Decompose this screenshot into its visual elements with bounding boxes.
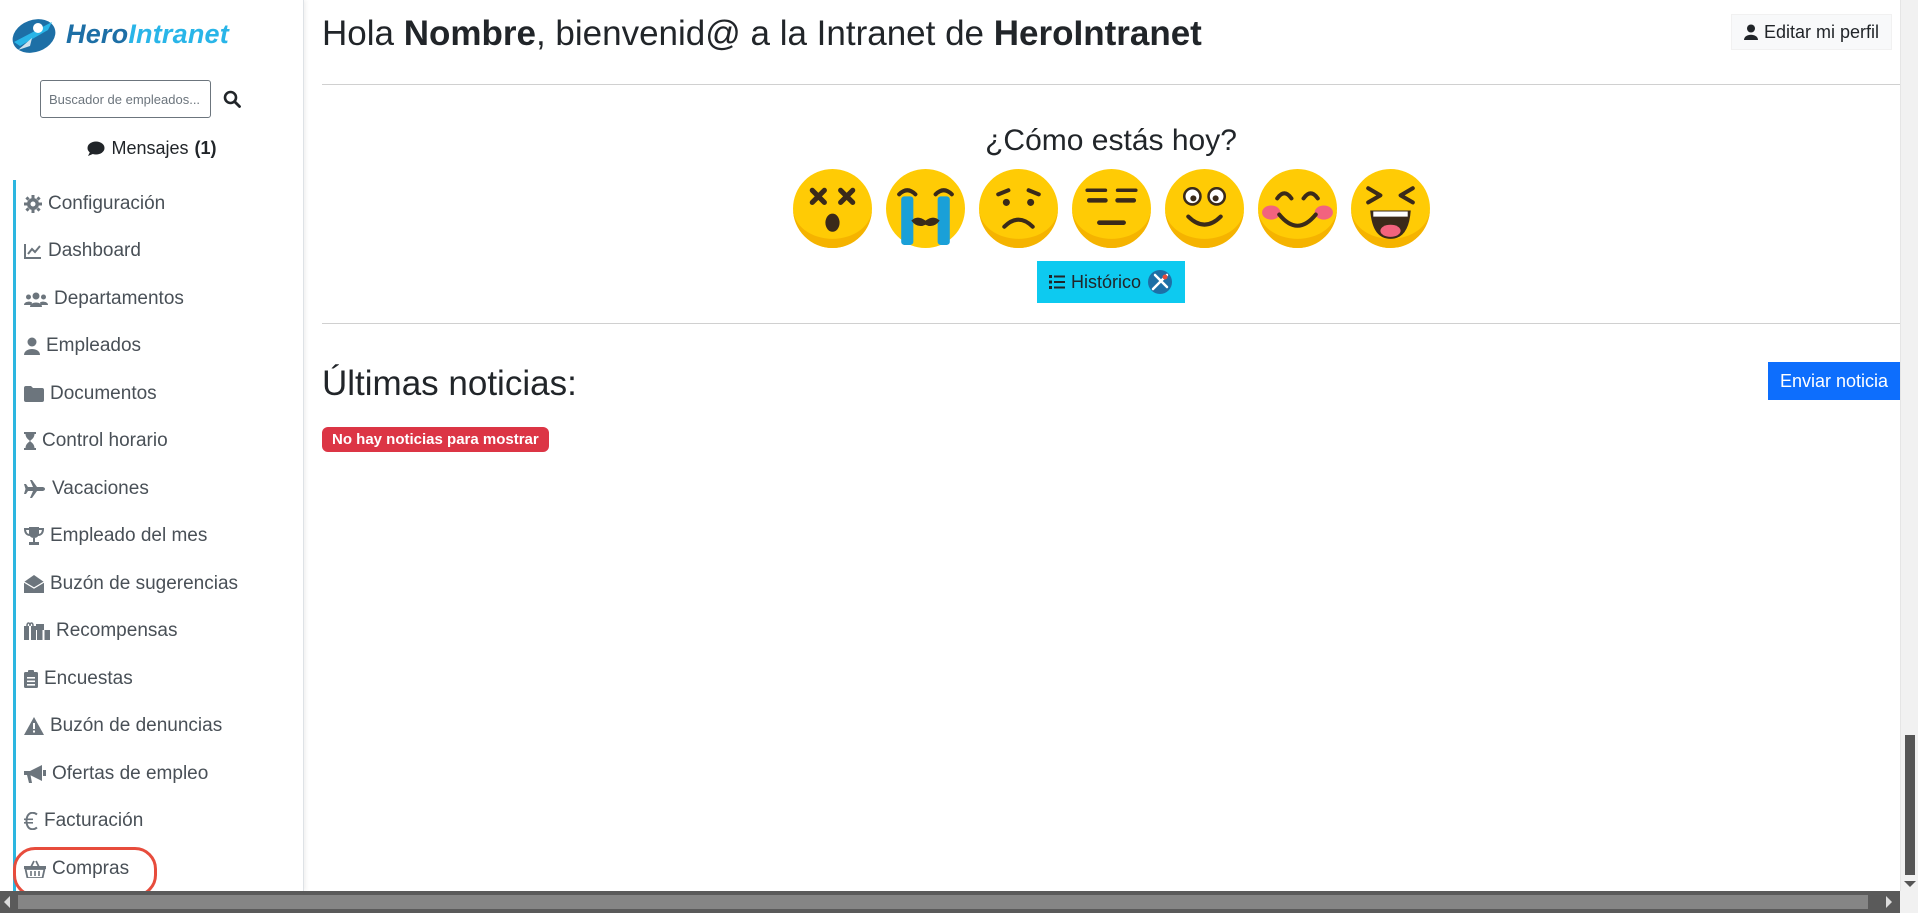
clipboard-list-icon	[24, 669, 38, 688]
messages-count: (1)	[194, 138, 217, 158]
basket-icon	[24, 860, 46, 878]
search-icon[interactable]	[221, 88, 243, 110]
main-content: Hola Nombre, bienvenid@ a la Intranet de…	[322, 0, 1900, 891]
laughing-face-icon[interactable]	[1350, 168, 1431, 249]
brand-name: HeroIntranet	[66, 18, 229, 49]
dizzy-face-icon[interactable]	[792, 168, 873, 249]
sidebar-item-label: Encuestas	[44, 667, 133, 689]
mood-question: ¿Cómo estás hoy?	[985, 124, 1237, 157]
sidebar-item-label: Dashboard	[48, 240, 141, 262]
sidebar-item-empleados[interactable]: Empleados	[13, 322, 303, 370]
sidebar-item-label: Control horario	[42, 430, 168, 452]
blushing-face-icon[interactable]	[1257, 168, 1338, 249]
user-icon	[24, 337, 40, 356]
sidebar-item-label: Configuración	[48, 192, 166, 214]
page-title: Hola Nombre, bienvenid@ a la Intranet de…	[322, 14, 1202, 53]
scroll-down-arrow-icon[interactable]	[1904, 881, 1916, 887]
vertical-scrollbar[interactable]	[1900, 0, 1918, 891]
sidebar-item-label: Departamentos	[54, 287, 184, 309]
sidebar-item-empleado-del-mes[interactable]: Empleado del mes	[13, 512, 303, 560]
scroll-right-arrow-icon[interactable]	[1886, 896, 1892, 908]
brand-logo[interactable]: HeroIntranet	[8, 12, 229, 56]
comment-icon	[87, 141, 105, 156]
sidebar-item-buzon-denuncias[interactable]: Buzón de denuncias	[13, 702, 303, 750]
sidebar-item-control-horario[interactable]: Control horario	[13, 417, 303, 465]
divider	[322, 84, 1900, 85]
sidebar-item-label: Buzón de sugerencias	[50, 572, 239, 594]
history-button[interactable]: Histórico	[1037, 261, 1185, 303]
user-name: Nombre	[403, 14, 536, 53]
sidebar-item-encuestas[interactable]: Encuestas	[13, 655, 303, 703]
sidebar-item-ofertas-empleo[interactable]: Ofertas de empleo	[13, 750, 303, 798]
history-label: Histórico	[1070, 271, 1141, 292]
crying-face-icon[interactable]	[885, 168, 966, 249]
messages-link[interactable]: Mensajes (1)	[0, 138, 303, 159]
sidebar-item-label: Recompensas	[56, 620, 178, 642]
news-title: Últimas noticias:	[322, 364, 577, 403]
envelope-open-icon	[24, 574, 44, 593]
hero-logo-icon	[12, 19, 56, 53]
sidebar-item-vacaciones[interactable]: Vacaciones	[13, 465, 303, 513]
sidebar-item-dashboard[interactable]: Dashboard	[13, 227, 303, 275]
mood-selector	[322, 168, 1900, 249]
users-icon	[24, 292, 48, 307]
search-input[interactable]	[40, 80, 211, 118]
sidebar-nav: Configuración Dashboard Departamentos Em…	[13, 180, 303, 891]
user-icon	[1743, 24, 1758, 40]
sidebar: HeroIntranet Mensajes (1) Configuración …	[0, 0, 304, 891]
expressionless-face-icon[interactable]	[1071, 168, 1152, 249]
messages-label: Mensajes	[111, 138, 189, 158]
warning-icon	[24, 717, 44, 736]
trophy-icon	[24, 527, 44, 546]
gear-icon	[24, 194, 42, 213]
scroll-left-arrow-icon[interactable]	[4, 896, 10, 908]
gifts-icon	[24, 622, 50, 641]
horizontal-scroll-thumb[interactable]	[18, 895, 1868, 909]
edit-profile-button[interactable]: Editar mi perfil	[1730, 14, 1892, 50]
sidebar-item-label: Documentos	[50, 382, 157, 404]
scrollbar-corner	[1900, 891, 1918, 913]
sidebar-item-buzon-sugerencias[interactable]: Buzón de sugerencias	[13, 560, 303, 608]
no-news-badge: No hay noticias para mostrar	[322, 427, 549, 452]
euro-icon	[24, 812, 38, 831]
folder-icon	[24, 385, 44, 402]
employee-search	[40, 80, 243, 118]
sidebar-item-label: Facturación	[44, 810, 144, 832]
send-news-button[interactable]: Enviar noticia	[1767, 362, 1900, 400]
hero-badge-icon	[1148, 270, 1172, 294]
smiling-face-icon[interactable]	[1164, 168, 1245, 249]
sidebar-item-label: Empleado del mes	[50, 525, 208, 547]
sidebar-item-recompensas[interactable]: Recompensas	[13, 607, 303, 655]
sidebar-item-label: Vacaciones	[52, 477, 149, 499]
vertical-scroll-thumb[interactable]	[1905, 735, 1915, 875]
chart-line-icon	[24, 244, 41, 260]
list-icon	[1048, 275, 1065, 289]
sidebar-item-documentos[interactable]: Documentos	[13, 370, 303, 418]
sidebar-item-departamentos[interactable]: Departamentos	[13, 275, 303, 323]
divider	[322, 323, 1900, 324]
plane-icon	[24, 479, 45, 498]
sidebar-item-label: Empleados	[46, 335, 142, 357]
sidebar-item-label: Buzón de denuncias	[50, 715, 223, 737]
company-name: HeroIntranet	[993, 14, 1202, 53]
sidebar-item-configuracion[interactable]: Configuración	[13, 180, 303, 228]
bullhorn-icon	[24, 764, 46, 783]
edit-profile-label: Editar mi perfil	[1763, 21, 1879, 42]
sidebar-item-label: Compras	[52, 857, 130, 879]
horizontal-scrollbar[interactable]	[0, 891, 1918, 913]
sidebar-item-label: Ofertas de empleo	[52, 762, 209, 784]
sidebar-item-facturacion[interactable]: Facturación	[13, 797, 303, 845]
sidebar-item-compras[interactable]: Compras	[13, 845, 303, 891]
hourglass-icon	[24, 432, 36, 451]
sad-face-icon[interactable]	[978, 168, 1059, 249]
